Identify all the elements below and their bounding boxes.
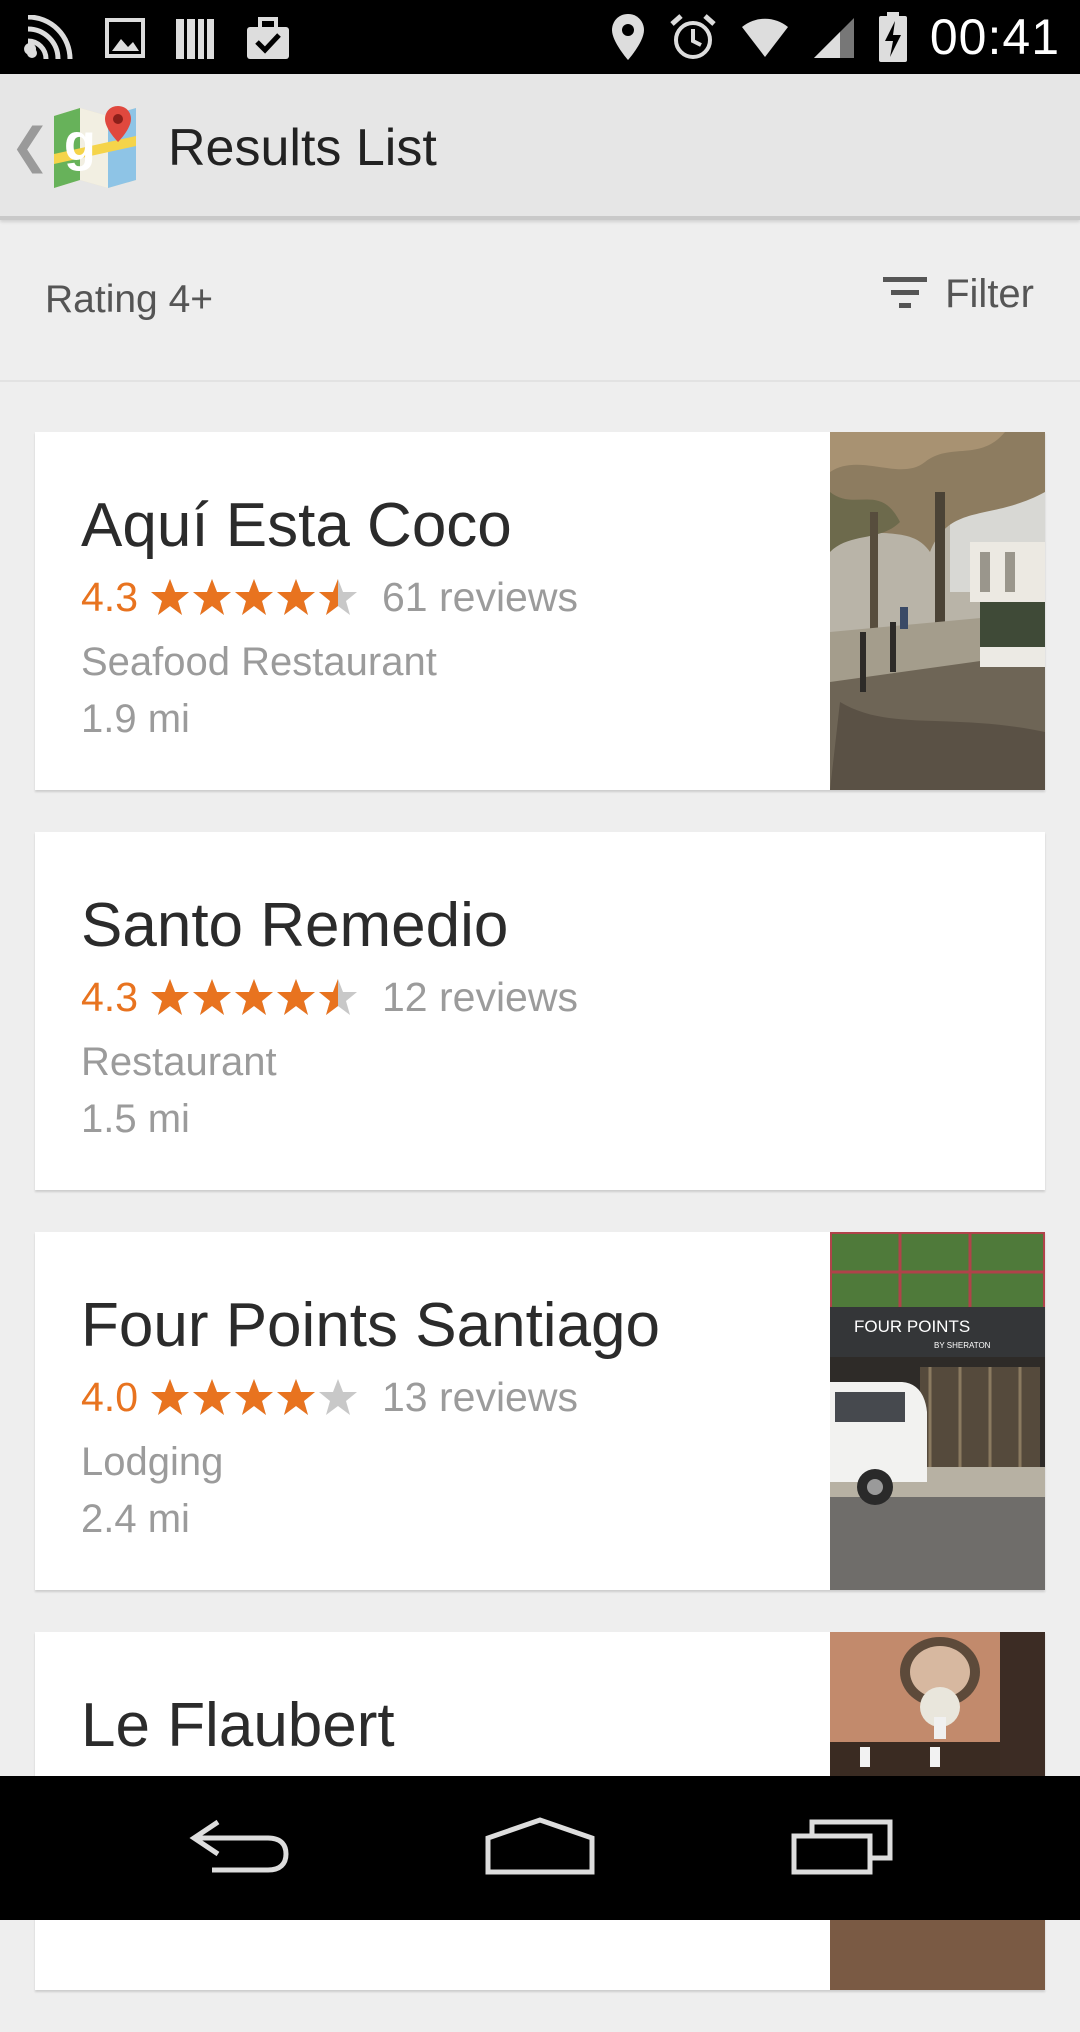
review-count: 61 reviews [382,573,578,620]
wifi-icon [740,15,790,59]
google-maps-logo-icon[interactable]: g [50,102,140,192]
review-count: 13 reviews [382,1373,578,1420]
navigation-bar [0,1776,1080,1920]
rating-value: 4.3 [81,973,138,1020]
up-caret-icon[interactable]: ❮ [10,118,50,174]
star-full-icon [235,979,273,1015]
result-info: Aquí Esta Coco 4.3 61 reviews Seafood Re… [81,488,578,748]
result-distance: 1.9 mi [81,697,190,741]
star-half-icon [319,579,357,615]
result-distance: 1.5 mi [81,1097,190,1141]
books-icon [174,15,216,61]
hotel-sign-text: FOUR POINTS [854,1317,970,1336]
filter-label: Filter [945,272,1034,316]
page-title: Results List [168,119,437,177]
result-info: Santo Remedio 4.3 12 reviews Restaurant … [81,888,578,1148]
result-category: Restaurant [81,1040,277,1084]
home-nav-icon[interactable] [484,1816,596,1881]
review-count: 12 reviews [382,973,578,1020]
star-full-icon [277,579,315,615]
result-name: Aquí Esta Coco [81,491,512,560]
star-full-icon [277,1379,315,1415]
result-name: Santo Remedio [81,891,509,960]
result-card[interactable]: Four Points Santiago 4.0 13 reviews Lodg… [35,1232,1045,1590]
result-card[interactable]: Aquí Esta Coco 4.3 61 reviews Seafood Re… [35,432,1045,790]
location-pin-icon [610,12,646,62]
street-trees-photo[interactable] [830,432,1045,790]
result-name: Four Points Santiago [81,1291,661,1360]
result-category: Lodging [81,1440,224,1484]
result-info: Four Points Santiago 4.0 13 reviews Lodg… [81,1288,660,1548]
star-full-icon [193,1379,231,1415]
filter-lines-icon [881,273,929,316]
star-full-icon [193,579,231,615]
star-full-icon [151,1379,189,1415]
star-full-icon [151,579,189,615]
star-rating [150,1377,358,1417]
rating-value: 4.3 [81,573,138,620]
briefcase-check-icon [244,15,292,61]
star-half-icon [319,979,357,1015]
rating-value: 4.0 [81,1373,138,1420]
rating-filter-label[interactable]: Rating 4+ [45,278,213,322]
star-full-icon [151,979,189,1015]
star-rating [150,977,358,1017]
rating-row: 4.3 12 reviews [81,970,578,1024]
filter-button[interactable]: Filter [881,272,1034,317]
cell-signal-icon [812,14,856,60]
result-card[interactable]: Santo Remedio 4.3 12 reviews Restaurant … [35,832,1045,1190]
system-icons: 00:41 [610,6,1060,68]
result-category: Seafood Restaurant [81,640,437,684]
wifi-signal-icon [24,15,76,61]
recents-nav-icon[interactable] [790,1816,894,1881]
star-rating [150,577,358,617]
star-empty-icon [319,1379,357,1415]
rating-row: 4.0 13 reviews [81,1370,660,1424]
result-name: Le Flaubert [81,1691,395,1760]
back-nav-icon[interactable] [188,1816,290,1881]
star-full-icon [235,1379,273,1415]
star-full-icon [277,979,315,1015]
image-icon [104,17,146,59]
alarm-icon [668,12,718,62]
action-bar: ❮ g Results List [0,74,1080,220]
star-full-icon [235,579,273,615]
hotel-front-photo[interactable]: FOUR POINTS BY SHERATON [830,1232,1045,1590]
battery-charging-icon [878,11,908,63]
rating-row: 4.3 61 reviews [81,570,578,624]
notification-icons [24,10,292,66]
filter-bar: Rating 4+ Filter [0,220,1080,382]
result-distance: 2.4 mi [81,1497,190,1541]
status-bar: 00:41 [0,0,1080,74]
svg-text:g: g [64,114,96,172]
result-info: Le Flaubert [81,1688,395,1764]
clock: 00:41 [929,9,1060,65]
star-full-icon [193,979,231,1015]
hotel-sign-subtext: BY SHERATON [934,1341,991,1350]
